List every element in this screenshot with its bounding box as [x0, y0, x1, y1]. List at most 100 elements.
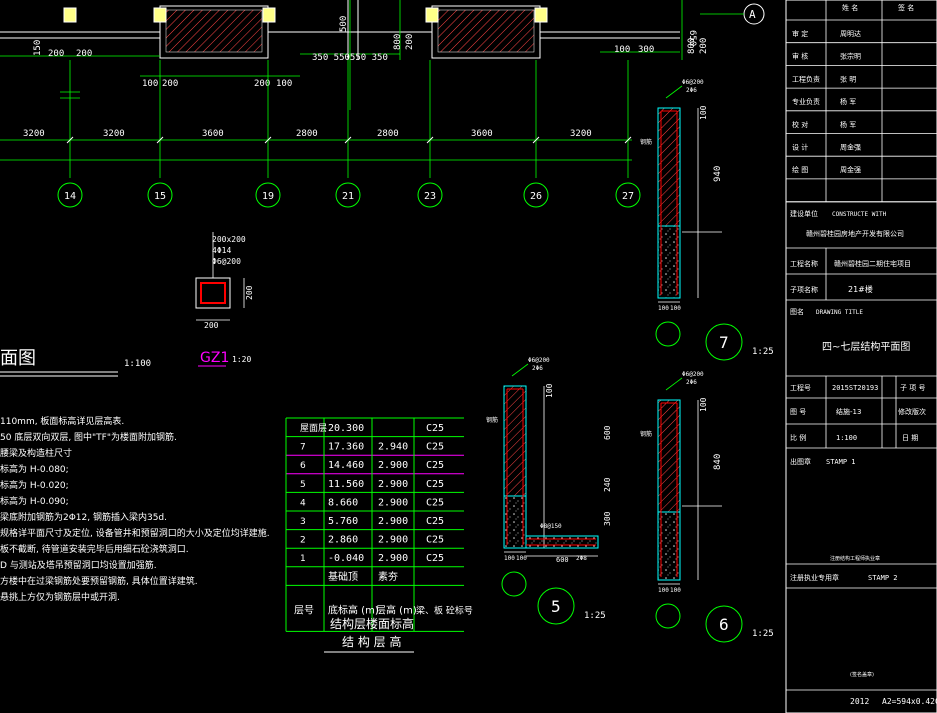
- tb-stamp2: STAMP 2: [868, 574, 898, 582]
- table-grade: C25: [426, 442, 444, 453]
- section-details: Φ6@2002Φ6100100 100钢筋7 1:25940Φ6@2002Φ6100…: [486, 79, 774, 643]
- span-dim-text: 3200: [23, 129, 45, 139]
- tb-client-en: CONSTRUCTE WITH: [832, 211, 887, 218]
- note-line: 标高为 H-0.020;: [0, 479, 69, 491]
- tb-role: 专业负责: [792, 97, 820, 106]
- detail-scale: 1:25: [752, 347, 774, 357]
- dim-text: 300: [603, 511, 612, 526]
- tb-footer-year: 2012: [850, 697, 869, 706]
- table-head-grade: 梁、板 砼标号: [416, 604, 473, 616]
- table-floor: 1: [300, 554, 306, 564]
- axis-label: 21: [342, 191, 354, 202]
- tb-stamp1-note: 注册结构工程师执业章: [830, 555, 880, 562]
- plan-title: 面图: [0, 348, 36, 369]
- tb-role: 审 核: [792, 52, 808, 61]
- plan-column: [63, 7, 77, 23]
- table-floor: 6: [300, 461, 306, 471]
- table-caption-2: 结 构 层 高: [342, 634, 401, 649]
- table-elev: 基础顶: [328, 570, 358, 583]
- detail-number: 7: [719, 333, 729, 352]
- axis-label: 15: [154, 191, 166, 202]
- table-height: 2.900: [378, 553, 408, 564]
- dim-text: 600: [603, 425, 612, 440]
- table-height: 2.900: [378, 516, 408, 527]
- table-height: 素夯: [378, 570, 398, 583]
- rebar-label: Φ6@200: [528, 357, 550, 364]
- tb-stamp2-label: 注册执业专用章: [790, 573, 839, 582]
- dim-text: 150: [33, 40, 43, 56]
- tb-subitem: 21#楼: [848, 284, 873, 294]
- dim-text: 200: [405, 34, 415, 50]
- table-elev: -0.040: [328, 553, 364, 564]
- gz1-label: GZ1: [200, 350, 229, 366]
- tb-project-label: 工程名称: [790, 259, 818, 268]
- detail-number: 5: [551, 597, 561, 616]
- gz1-stirrup: Φ6@200: [212, 257, 241, 266]
- axis-label-a: A: [749, 8, 756, 21]
- dim-text: 100: [670, 587, 681, 594]
- dim-text: 800: [393, 34, 403, 50]
- axis-label: 23: [424, 191, 436, 202]
- table-height: 2.940: [378, 442, 408, 453]
- axis-grid: 3200 3200 3600 2800 2800 3600 3200 14 15 19 21 23 26…: [23, 60, 641, 208]
- dim-text: 350 550550 350: [312, 53, 388, 63]
- rebar-label: 2Φ6: [686, 87, 697, 94]
- tb-subitem-label: 子项名称: [790, 285, 818, 294]
- table-grade: C25: [426, 479, 444, 490]
- floor-elevation-table: 屋面层 20.300 C25 7 17.360 2.940 C25 6 14.460 2.900 C…: [285, 417, 473, 653]
- note-line: D 与测站及塔吊预留洞口均设置加强筋.: [0, 559, 157, 571]
- dim-text: 100: [545, 383, 554, 398]
- note-line: 50 底层双向双层, 图中"TF"为楼面附加钢筋.: [0, 431, 177, 443]
- tb-name: 周金强: [840, 143, 861, 152]
- tb-client-label: 建设单位: [790, 209, 818, 218]
- rebar-label: Φ6@200: [682, 371, 704, 378]
- table-height: 2.900: [378, 479, 408, 490]
- rebar-label: 2Φ6: [532, 365, 543, 372]
- tb-name: 杨 军: [840, 97, 856, 106]
- span-dim-text: 3600: [471, 129, 493, 139]
- cad-drawing-canvas[interactable]: 150 200 200 100 200 200 100 350 550550 3…: [0, 0, 937, 713]
- table-elev: 11.560: [328, 479, 364, 490]
- tb-col-sign: 签 名: [898, 3, 914, 12]
- axis-label: 26: [530, 191, 542, 202]
- tb-sheet-label: 图 号: [790, 408, 806, 416]
- span-dim-text: 2800: [377, 129, 399, 139]
- tb-drawing-title: 四~七层结构平面图: [822, 340, 910, 353]
- axis-label: 19: [262, 191, 274, 202]
- detail-number: 6: [719, 615, 729, 634]
- plan-column: [153, 7, 167, 23]
- rebar-label: Φ6@200: [682, 79, 704, 86]
- gz1-dim-h: 200: [245, 285, 254, 300]
- gz1-scale: 1:20: [232, 355, 251, 364]
- leader-label: 钢筋: [640, 430, 652, 438]
- note-line: 规格详平面尺寸及定位, 设备管井和预留洞口的大小及定位均详建施.: [0, 527, 270, 539]
- gz1-bars: 4Φ14: [212, 246, 231, 255]
- tb-role: 绘 图: [792, 165, 808, 174]
- axis-label: 14: [64, 191, 76, 202]
- span-dim-text: 3200: [103, 129, 125, 139]
- table-elev: 14.460: [328, 460, 364, 471]
- table-height: 2.900: [378, 535, 408, 546]
- note-line: 梁底附加钢筋为2Φ12, 钢筋插入梁内35d.: [0, 511, 167, 523]
- note-line: 110mm, 板面标高详见层高表.: [0, 415, 124, 427]
- note-line: 悬挑上方仅为钢筋层中或开洞.: [0, 591, 120, 603]
- dim-text: 100: [276, 79, 292, 89]
- tb-sheet: 结施-13: [836, 407, 861, 416]
- tb-ratio: 1:100: [836, 434, 857, 442]
- leader-label: 钢筋: [486, 416, 498, 424]
- gz1-size: 200x200: [212, 235, 246, 244]
- tb-drawing-en: DRAWING TITLE: [816, 309, 863, 316]
- plan-column: [262, 7, 276, 23]
- tb-ratio-label: 比 例: [790, 433, 806, 442]
- dim-text: 100: [504, 555, 515, 562]
- note-line: 腰梁及构造柱尺寸: [0, 447, 72, 459]
- tb-project-no: 2015ST20193: [832, 384, 878, 392]
- rebar-label: 2Φ6: [686, 379, 697, 386]
- table-grade: C25: [426, 553, 444, 564]
- tb-name: 张宗明: [840, 52, 861, 61]
- tb-role: 工程负责: [792, 74, 820, 83]
- table-grade: C25: [426, 460, 444, 471]
- detail-scale: 1:25: [752, 629, 774, 639]
- detail-scale: 1:25: [584, 611, 606, 621]
- dim-text: 240: [603, 477, 612, 492]
